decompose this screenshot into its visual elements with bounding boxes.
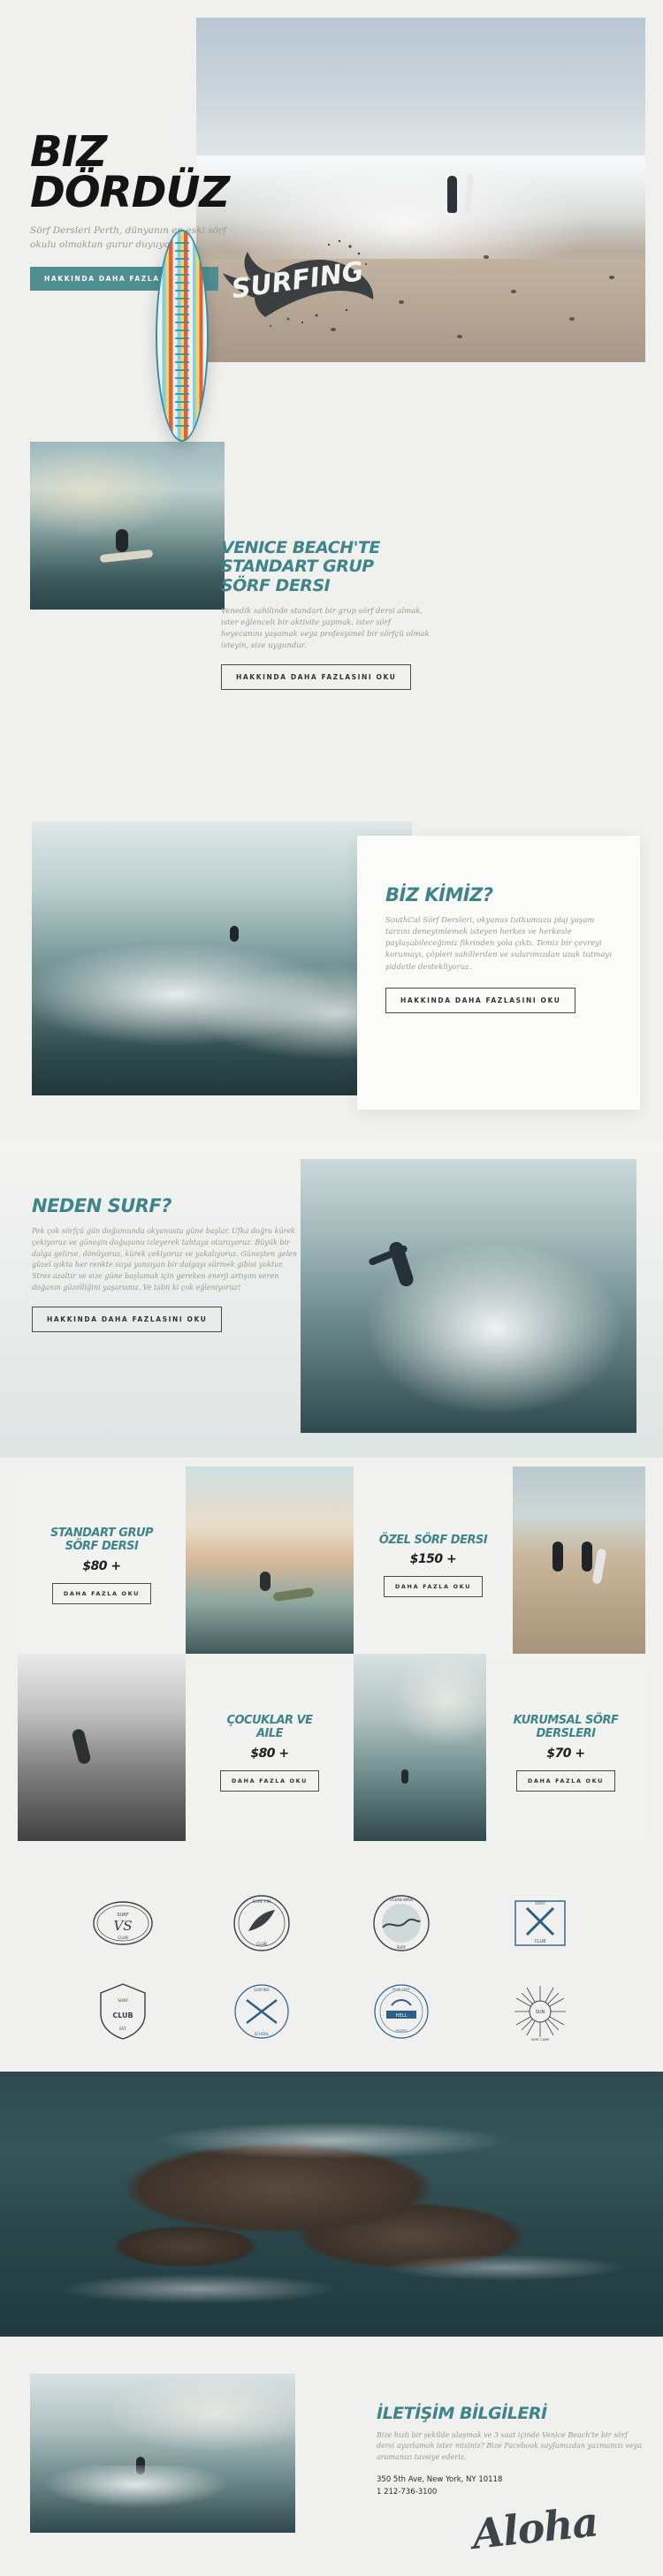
badge-center-text: VS — [113, 1918, 132, 1934]
contact-address: 350 5th Ave, New York, NY 10118 — [377, 2475, 503, 2485]
lesson-heading-line2: STANDART GRUP — [221, 557, 374, 577]
badges-section: SURF VS CLUB SURF FIN CLUB OCEAN WAVE SU… — [0, 1882, 663, 2058]
svg-text:SURF CAMP: SURF CAMP — [531, 2038, 551, 2042]
pricing-card-1-title-line1: STANDART GRUP — [50, 1526, 154, 1540]
svg-text:SURF: SURF — [535, 1901, 545, 1906]
pricing-card-3-title-line2: AILE — [255, 1727, 284, 1741]
aerial-section — [0, 2072, 663, 2337]
pricing-section: STANDART GRUP SÖRF DERSI $80 + DAHA FAZL… — [0, 1466, 663, 1873]
who-image — [32, 822, 412, 1095]
shark-fin-badge: SURF FIN CLUB — [229, 1890, 294, 1956]
who-heading: BİZ KİMİZ? — [385, 884, 493, 905]
lesson-heading-line1: VENICE BEACH'TE — [221, 538, 380, 557]
pricing-card-4-image — [354, 1654, 486, 1841]
svg-text:SURF: SURF — [396, 1945, 406, 1950]
pricing-card-2-button[interactable]: DAHA FAZLA OKU — [383, 1576, 484, 1598]
pricing-card-4-button[interactable]: DAHA FAZLA OKU — [515, 1770, 616, 1792]
contact-section: İLETİŞİM BİLGİLERİ Bize hızlı bir şekild… — [0, 2354, 663, 2576]
why-section: NEDEN SURF? Pek çok sörfçü gün doğumunda… — [0, 1140, 663, 1458]
why-image — [301, 1159, 636, 1433]
svg-text:EST: EST — [119, 2027, 126, 2031]
svg-text:OCEAN WAVE: OCEAN WAVE — [389, 1898, 413, 1902]
pricing-card-3-title-line1: ÇOCUKLAR VE — [226, 1713, 313, 1727]
pricing-card-3-title: ÇOCUKLAR VE AILE — [226, 1713, 313, 1741]
aerial-image — [0, 2072, 663, 2337]
pricing-card-2: ÖZEL SÖRF DERSI $150 + DAHA FAZLA OKU — [354, 1477, 513, 1654]
contact-text-block: İLETİŞİM BİLGİLERİ Bize hızlı bir şekild… — [377, 2404, 642, 2558]
why-text-block: NEDEN SURF? Pek çok sörfçü gün doğumunda… — [32, 1195, 298, 1332]
lesson-side-image — [30, 442, 225, 610]
why-heading: NEDEN SURF? — [32, 1195, 171, 1216]
svg-text:CLUB: CLUB — [112, 2012, 133, 2019]
group-lesson-section: SURFING VENICE BEACH'TE STANDART GRUP SÖ… — [0, 230, 663, 804]
dolphin-icon: SURFING — [217, 234, 385, 331]
who-section: BİZ KİMİZ? SouthCal Sörf Dersleri, okyan… — [0, 822, 663, 1131]
why-body: Pek çok sörfçü gün doğumunda okyanusta g… — [32, 1226, 298, 1292]
pricing-card-1-price: $80 + — [82, 1558, 121, 1573]
svg-text:CLUB: CLUB — [535, 1939, 547, 1944]
lesson-heading-line3: SÖRF DERSI — [221, 575, 331, 595]
svg-text:SURF FIN: SURF FIN — [253, 1899, 271, 1905]
pricing-card-1-button[interactable]: DAHA FAZLA OKU — [51, 1583, 152, 1605]
badges-row-1: SURF VS CLUB SURF FIN CLUB OCEAN WAVE SU… — [0, 1890, 663, 1956]
shield-club-badge: SURF CLUB EST — [90, 1979, 156, 2044]
svg-text:SUN: SUN — [536, 2010, 545, 2015]
pricing-card-3-button[interactable]: DAHA FAZLA OKU — [219, 1770, 320, 1792]
pricing-card-4-title-line1: KURUMSAL SÖRF — [513, 1713, 619, 1727]
contact-image — [30, 2374, 295, 2533]
lesson-heading: VENICE BEACH'TE STANDART GRUP SÖRF DERSI — [221, 538, 451, 595]
svg-text:SCHOOL: SCHOOL — [255, 2032, 271, 2036]
svg-text:CLUB: CLUB — [256, 1942, 267, 1947]
badges-row-2: SURF CLUB EST SURFING SCHOOL HELL BLUE S… — [0, 1979, 663, 2044]
aloha-signature: Aloha — [469, 2497, 600, 2559]
who-card: BİZ KİMİZ? SouthCal Sörf Dersleri, okyan… — [357, 836, 640, 1110]
surf-school-landing-page: BIZ DÖRDÜZ Sörf Dersleri Perth, dünyanın… — [0, 0, 663, 2576]
svg-text:RIDERS: RIDERS — [395, 2029, 408, 2033]
pricing-card-2-image — [513, 1466, 645, 1654]
crossed-boards-club-badge: SURF CLUB — [507, 1890, 573, 1956]
pricing-card-4-title: KURUMSAL SÖRF DERSLERI — [514, 1714, 619, 1741]
who-cta-button[interactable]: HAKKINDA DAHA FAZLASINI OKU — [385, 987, 576, 1013]
page-title: BIZ DÖRDÜZ — [30, 127, 230, 217]
contact-heading: İLETİŞİM BİLGİLERİ — [377, 2404, 547, 2423]
pricing-card-2-price: $150 + — [409, 1552, 457, 1567]
wave-circle-badge: OCEAN WAVE SURF — [369, 1890, 434, 1956]
blue-surf-badge: HELL BLUE SURF RIDERS — [369, 1979, 434, 2044]
pricing-card-1-image — [186, 1466, 354, 1654]
why-cta-button[interactable]: HAKKINDA DAHA FAZLASINI OKU — [32, 1306, 223, 1332]
pricing-card-4-title-line2: DERSLERI — [536, 1727, 596, 1741]
pricing-card-3-price: $80 + — [250, 1746, 289, 1761]
lesson-body: Venedik sahilinde standart bir grup sörf… — [221, 606, 430, 651]
pricing-card-3: ÇOCUKLAR VE AILE $80 + DAHA FAZLA OKU — [186, 1664, 354, 1841]
pricing-card-4: KURUMSAL SÖRF DERSLERI $70 + DAHA FAZLA … — [486, 1664, 645, 1841]
who-body: SouthCal Sörf Dersleri, okyanus tutkumuz… — [385, 915, 612, 972]
contact-body: Bize hızlı bir şekilde ulaşmak ve 3 saat… — [377, 2431, 642, 2461]
contact-phone[interactable]: 1 212-736-3100 — [377, 2488, 642, 2496]
pricing-card-2-title-line1: ÖZEL SÖRF DERSI — [378, 1533, 488, 1547]
pricing-card-1-title-line2: SÖRF DERSI — [65, 1540, 139, 1554]
pricing-card-1-title: STANDART GRUP SÖRF DERSI — [50, 1526, 154, 1554]
badge-bottom-text: CLUB — [118, 1936, 128, 1941]
svg-text:BLUE SURF: BLUE SURF — [392, 1988, 410, 1991]
monogram-vs-badge: SURF VS CLUB — [90, 1890, 156, 1956]
pricing-card-1: STANDART GRUP SÖRF DERSI $80 + DAHA FAZL… — [18, 1477, 186, 1654]
pricing-card-3-image — [18, 1654, 186, 1841]
svg-text:HELL: HELL — [396, 2013, 408, 2019]
surfing-school-badge: SURFING SCHOOL — [229, 1979, 294, 2044]
lesson-cta-button[interactable]: HAKKINDA DAHA FAZLASINI OKU — [221, 664, 412, 691]
lesson-text-block: VENICE BEACH'TE STANDART GRUP SÖRF DERSI… — [221, 538, 451, 691]
svg-text:SURFING: SURFING — [254, 1988, 270, 1992]
pricing-card-2-title: ÖZEL SÖRF DERSI — [378, 1533, 488, 1548]
pricing-card-4-price: $70 + — [546, 1746, 585, 1761]
sunburst-badge: SUN SURF CAMP — [507, 1979, 573, 2044]
surfboard-illustration — [156, 230, 209, 442]
svg-text:SURF: SURF — [118, 1998, 128, 2004]
